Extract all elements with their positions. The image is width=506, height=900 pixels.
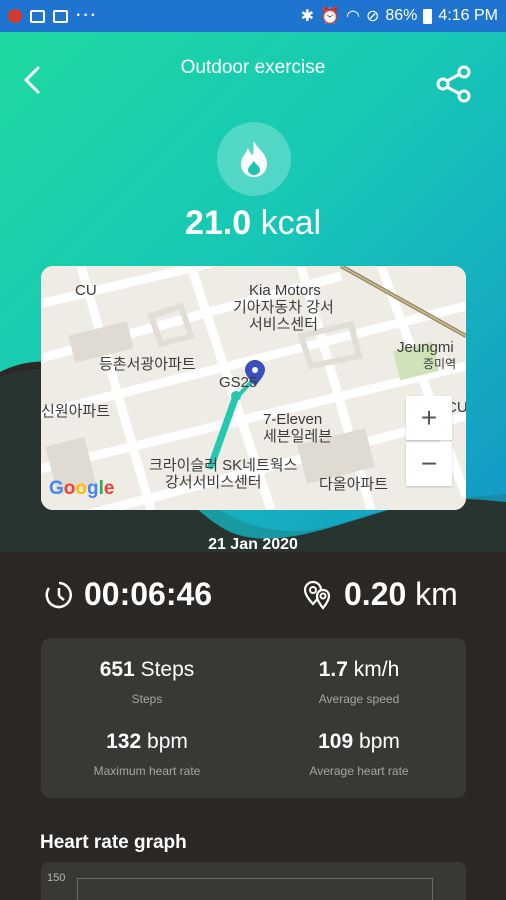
mail-icon xyxy=(53,9,68,23)
image-icon xyxy=(30,9,45,23)
chevron-left-icon xyxy=(23,66,40,94)
steps-stat: 651 Steps Steps xyxy=(41,658,253,706)
calories-unit: kcal xyxy=(260,204,322,242)
duration-value: 00:06:46 xyxy=(84,576,213,612)
google-logo: Google xyxy=(49,478,115,499)
avg-heart-rate-stat: 109 bpm Average heart rate xyxy=(253,730,465,778)
max-hr-unit: bpm xyxy=(147,730,188,753)
calories-value: 21.0 xyxy=(184,204,252,242)
map-label-apt3: 다올아파트 xyxy=(319,476,389,493)
map-label-apt2: 신원아파트 xyxy=(41,403,111,420)
map-label-kia: Kia Motors xyxy=(249,282,321,299)
heart-rate-graph: 150 xyxy=(41,862,466,900)
graph-axis-left xyxy=(77,878,78,900)
zoom-out-button[interactable]: − xyxy=(406,442,452,486)
alarm-icon: ⏰ xyxy=(320,8,340,25)
avg-hr-unit: bpm xyxy=(359,730,400,753)
calorie-badge xyxy=(217,122,291,196)
steps-value: 651 xyxy=(99,658,135,681)
map-label-kia-kr: 기아자동차 강서 xyxy=(233,299,334,316)
wifi-icon: ◠ xyxy=(346,8,360,25)
flame-icon xyxy=(241,141,267,177)
map-label-jeungmi: Jeungmi xyxy=(397,339,454,356)
map-label-jeungmi-kr: 증미역 xyxy=(423,357,457,371)
workout-date: 21 Jan 2020 xyxy=(208,536,298,553)
back-button[interactable] xyxy=(14,60,50,100)
speed-unit: km/h xyxy=(353,658,400,681)
distance-metric: 0.20 km xyxy=(302,576,458,613)
duration-metric: 00:06:46 xyxy=(44,576,212,613)
map-label-7eleven-kr: 세븐일레븐 xyxy=(263,428,333,445)
map-label-cu: CU xyxy=(75,282,97,299)
speed-label: Average speed xyxy=(318,692,400,706)
map-label-7eleven: 7-Eleven xyxy=(263,411,323,428)
timer-icon xyxy=(45,581,72,608)
max-heart-rate-stat: 132 bpm Maximum heart rate xyxy=(41,730,253,778)
avg-hr-value: 109 xyxy=(318,730,354,753)
stats-card: 651 Steps Steps 1.7 km/h Average speed 1… xyxy=(41,638,466,798)
share-button[interactable] xyxy=(434,64,474,104)
distance-unit: km xyxy=(415,576,458,612)
max-hr-value: 132 xyxy=(106,730,142,753)
location-pins-icon xyxy=(303,580,331,610)
max-hr-label: Maximum heart rate xyxy=(93,764,201,778)
battery-percent: 86% xyxy=(385,7,418,24)
calories-readout: 21.0 kcal xyxy=(0,204,506,243)
avg-hr-label: Average heart rate xyxy=(309,764,409,778)
speed-value: 1.7 xyxy=(318,658,348,681)
clock: 4:16 PM xyxy=(438,7,498,24)
map-label-sk2: 강서서비스센터 xyxy=(165,474,262,491)
steps-unit: Steps xyxy=(140,658,195,681)
battery-icon xyxy=(423,8,433,24)
distance-value: 0.20 xyxy=(344,576,407,612)
more-notifications-icon: ··· xyxy=(76,7,98,24)
heart-rate-graph-title: Heart rate graph xyxy=(40,832,187,853)
speed-stat: 1.7 km/h Average speed xyxy=(253,658,465,706)
route-map[interactable]: CU Kia Motors 기아자동차 강서 서비스센터 Jeungmi 증미역… xyxy=(41,266,466,510)
zoom-in-button[interactable]: + xyxy=(406,396,452,440)
dnd-icon: ⊘ xyxy=(365,8,380,25)
graph-gridline xyxy=(77,878,433,879)
map-label-kia-kr2: 서비스센터 xyxy=(249,316,319,333)
map-label-sk: 크라이슬러 SK네트웍스 xyxy=(149,457,298,474)
steps-label: Steps xyxy=(131,692,163,706)
page-title: Outdoor exercise xyxy=(180,57,326,78)
bug-icon xyxy=(8,9,22,23)
graph-ytick: 150 xyxy=(47,872,66,884)
graph-axis-right xyxy=(432,878,433,900)
status-bar: ··· ✱ ⏰ ◠ ⊘ 86% 4:16 PM xyxy=(0,0,506,32)
map-label-apt1: 등촌서광아파트 xyxy=(99,356,196,373)
map-label-gs: GS25 xyxy=(219,374,258,391)
share-icon xyxy=(436,65,471,103)
bluetooth-icon: ✱ xyxy=(300,8,315,25)
